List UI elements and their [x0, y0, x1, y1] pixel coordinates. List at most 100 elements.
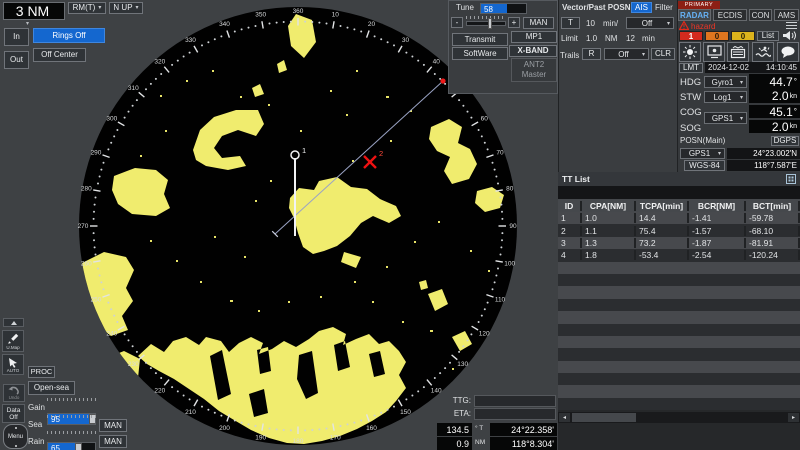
posn-label: POSN(Main) — [680, 137, 725, 145]
brightness-button[interactable] — [679, 42, 701, 62]
proc-button[interactable]: PROC — [28, 366, 55, 378]
alert-list-button[interactable]: List — [757, 31, 779, 41]
vector-true-button[interactable]: T — [561, 17, 580, 29]
tt-table-row[interactable] — [558, 299, 800, 311]
datum-button[interactable]: WGS-84 — [684, 160, 725, 171]
bearing-label: 150 — [400, 409, 411, 416]
software-button[interactable]: SoftWare — [452, 47, 508, 60]
trails-clear-button[interactable]: CLR — [651, 48, 675, 60]
menu-button[interactable]: Menu — [3, 424, 28, 449]
bearing-label: 180 — [293, 438, 304, 445]
tune-slider-track[interactable] — [466, 21, 506, 26]
tt-table-row[interactable] — [558, 274, 800, 286]
sea-state-button[interactable] — [752, 42, 774, 62]
message-button[interactable] — [777, 42, 799, 62]
orientation-dropdown[interactable]: N UP▾ — [109, 2, 143, 14]
tt-table-row[interactable] — [558, 286, 800, 298]
control-panel-button[interactable] — [727, 42, 749, 62]
range-out-button[interactable]: Out — [4, 51, 29, 69]
tune-slider-thumb[interactable] — [488, 18, 492, 29]
tune-label: Tune — [456, 4, 474, 12]
tt-table-row[interactable] — [558, 361, 800, 373]
caution-count-badge[interactable]: 0 — [731, 31, 755, 41]
rain-man-button[interactable]: MAN — [99, 435, 127, 448]
user-map-button[interactable]: U.Map — [2, 330, 24, 352]
tt-table-row[interactable]: 41.8-53.4-2.54-120.24 — [558, 249, 800, 261]
tt-target-2-label: 2 — [379, 149, 383, 158]
past-posn-dropdown[interactable]: Off▾ — [626, 17, 674, 29]
tt-column-header: BCR[NM] — [689, 201, 746, 211]
tt-cell: -81.91 — [746, 238, 800, 248]
heading-value: 44.7° — [749, 74, 800, 89]
heading-source-dropdown[interactable]: Gyro1▾ — [704, 76, 747, 88]
undo-button[interactable]: Undo — [3, 384, 25, 402]
sea-mode-button[interactable]: Open-sea — [28, 381, 75, 395]
tab-radar[interactable]: RADAR — [678, 9, 711, 21]
scroll-left-arrow-icon[interactable]: ◂ — [559, 413, 570, 422]
posn-source-dropdown[interactable]: GPS1▾ — [680, 148, 725, 159]
auto-acquire-button[interactable]: AUTO — [2, 354, 24, 375]
alarm-count-badge[interactable]: 1 — [679, 31, 703, 41]
tt-table-row[interactable]: 21.175.4-1.57-68.10 — [558, 224, 800, 236]
stw-source-dropdown[interactable]: Log1▾ — [704, 91, 747, 103]
sea-slider-thumb[interactable] — [75, 443, 82, 450]
cog-label: COG — [680, 108, 702, 118]
tt-table-row[interactable] — [558, 385, 800, 397]
display-settings-button[interactable] — [703, 42, 725, 62]
tt-table-row[interactable] — [558, 324, 800, 336]
tt-table-row[interactable]: 11.014.4-1.41-59.78 — [558, 212, 800, 224]
tt-table-row[interactable] — [558, 398, 800, 410]
hazard-alert-text[interactable]: hazard — [691, 22, 715, 31]
tab-con[interactable]: CON — [749, 9, 772, 21]
sidebar-collapse-button[interactable] — [3, 318, 24, 327]
xband-button[interactable]: X-BAND — [509, 45, 557, 57]
tt-table-row[interactable]: 31.373.2-1.87-81.91 — [558, 237, 800, 249]
sea-man-button[interactable]: MAN — [99, 419, 127, 432]
tt-table-row[interactable] — [558, 311, 800, 323]
off-center-button[interactable]: Off Center — [33, 48, 86, 62]
tune-minus-button[interactable]: - — [451, 17, 463, 28]
tt-table-row[interactable] — [558, 262, 800, 274]
cog-sog-source-dropdown[interactable]: GPS1▾ — [704, 112, 747, 124]
cursor-range-value: 0.9 — [437, 437, 472, 450]
sea-slider[interactable]: 65 — [47, 442, 96, 450]
range-in-button[interactable]: In — [4, 28, 29, 46]
transmit-button[interactable]: Transmit — [452, 33, 508, 46]
tt-cell: 1.8 — [582, 250, 636, 260]
tt-table-row[interactable] — [558, 373, 800, 385]
range-stepper-arrow-icon[interactable]: ▾ — [26, 20, 29, 27]
tt-list-window-icon[interactable] — [786, 174, 796, 184]
tt-cell: -1.57 — [689, 226, 746, 236]
time-zone-button[interactable]: LMT — [679, 63, 703, 73]
tt-cell: 2 — [558, 226, 582, 236]
sog-label: SOG — [680, 124, 701, 134]
tune-man-button[interactable]: MAN — [523, 17, 554, 29]
rings-off-button[interactable]: Rings Off — [33, 28, 105, 43]
chevron-down-icon: ▾ — [642, 51, 645, 58]
ttg-label: TTG: — [441, 397, 471, 405]
motion-mode-dropdown[interactable]: RM(T)▾ — [68, 2, 106, 14]
data-off-button[interactable]: DataOff — [2, 404, 25, 423]
trails-relative-button[interactable]: R — [582, 48, 601, 60]
mp1-button[interactable]: MP1 — [511, 31, 557, 43]
trails-mode-dropdown[interactable]: Off▾ — [604, 48, 649, 60]
scroll-right-arrow-icon[interactable]: ▸ — [788, 413, 799, 422]
tune-plus-button[interactable]: + — [508, 17, 520, 28]
bearing-label: 200 — [219, 425, 230, 432]
tab-ecdis[interactable]: ECDIS — [713, 9, 747, 21]
filter-button[interactable]: Filter — [655, 4, 673, 12]
ais-toggle-button[interactable]: AIS — [631, 2, 652, 13]
range-scale-display[interactable]: 3 NM — [3, 2, 65, 20]
alert-list-icon[interactable] — [786, 22, 797, 29]
speaker-icon[interactable] — [782, 30, 798, 41]
tt-table-row[interactable] — [558, 336, 800, 348]
tt-list-table[interactable]: IDCPA[NM]TCPA[min]BCR[NM]BCT[min]11.014.… — [558, 199, 800, 410]
stw-label: STW — [680, 93, 701, 103]
tab-ams[interactable]: AMS — [774, 9, 799, 21]
antenna-selector[interactable]: ANT2Master — [511, 58, 557, 82]
tt-list-scrollbar[interactable]: ◂ ▸ — [558, 412, 800, 423]
scrollbar-thumb[interactable] — [572, 413, 636, 422]
tt-table-row[interactable] — [558, 348, 800, 360]
warning-count-badge[interactable]: 0 — [705, 31, 729, 41]
bearing-label: 290 — [91, 150, 102, 157]
